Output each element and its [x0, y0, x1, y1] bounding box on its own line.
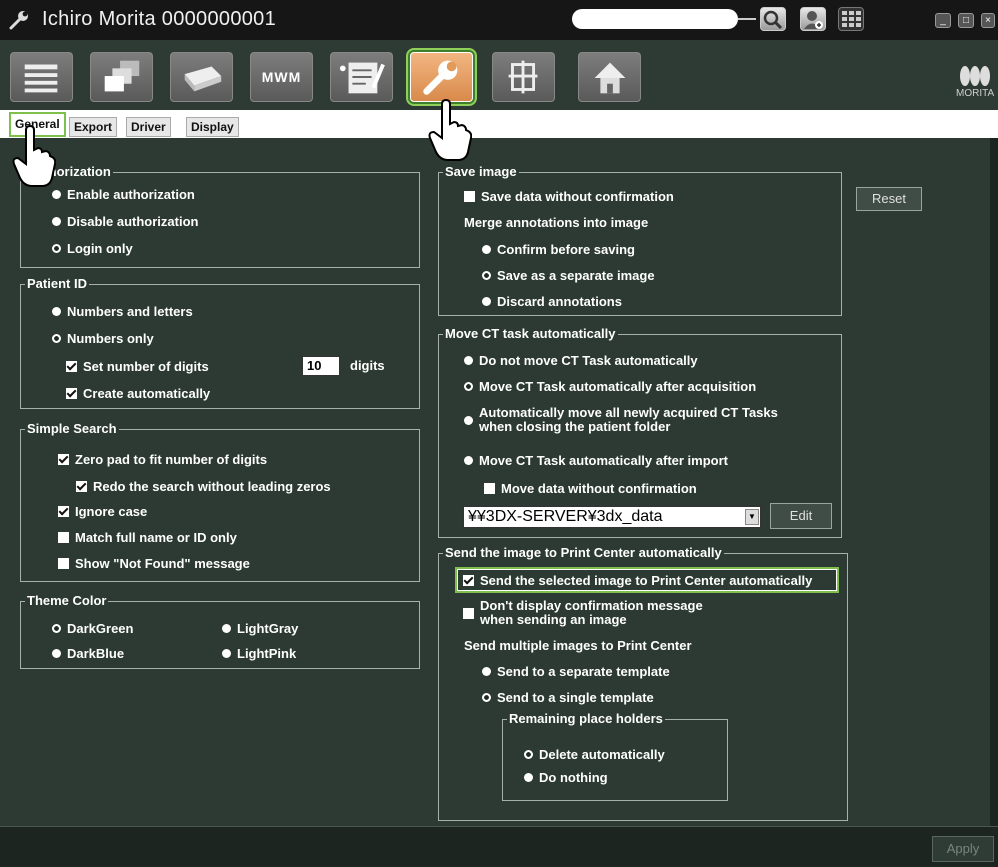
tab-display[interactable]: Display	[186, 117, 239, 137]
checkbox-send-selected-image[interactable]: Send the selected image to Print Center …	[463, 572, 812, 588]
app-window: Ichiro Morita 0000000001 _ □ × MWM MORIT…	[0, 0, 998, 867]
save-image-title: Save image	[443, 164, 519, 179]
checkbox-zero-pad[interactable]: Zero pad to fit number of digits	[58, 451, 267, 467]
list-view-button[interactable]	[10, 52, 73, 102]
simple-search-title: Simple Search	[25, 421, 119, 436]
checkbox-save-without-confirmation[interactable]: Save data without confirmation	[464, 188, 674, 204]
tab-export[interactable]: Export	[69, 117, 118, 137]
settings-button[interactable]	[410, 52, 473, 102]
patient-id-title: Patient ID	[25, 276, 89, 291]
radio-do-nothing[interactable]: Do nothing	[524, 769, 608, 785]
minimize-button[interactable]: _	[935, 13, 951, 28]
maximize-icon: □	[962, 15, 970, 26]
radio-move-after-acquisition[interactable]: Move CT Task automatically after acquisi…	[464, 378, 756, 394]
frames-icon	[508, 60, 538, 94]
move-ct-title: Move CT task automatically	[443, 326, 618, 341]
minimize-icon: _	[940, 15, 946, 26]
radio-move-on-close[interactable]: Automatically move all newly acquired CT…	[464, 406, 778, 434]
add-user-icon	[804, 11, 823, 29]
radio-save-separate[interactable]: Save as a separate image	[482, 267, 655, 283]
window-title: Ichiro Morita 0000000001	[42, 8, 277, 30]
notes-icon	[339, 62, 385, 94]
remaining-title: Remaining place holders	[507, 711, 665, 726]
vertical-scrollbar[interactable]	[990, 138, 998, 826]
notes-button[interactable]	[330, 52, 393, 102]
radio-confirm-before-saving[interactable]: Confirm before saving	[482, 241, 635, 257]
checkbox-create-automatically[interactable]: Create automatically	[66, 385, 210, 401]
frames-button[interactable]	[492, 52, 555, 102]
checkbox-redo-search[interactable]: Redo the search without leading zeros	[76, 478, 331, 494]
add-patient-button[interactable]	[800, 7, 826, 31]
printer-icon	[184, 66, 222, 92]
reset-button[interactable]: Reset	[856, 187, 922, 211]
checkbox-ignore-case[interactable]: Ignore case	[58, 503, 147, 519]
radio-login-only[interactable]: Login only	[52, 240, 133, 256]
home-button[interactable]	[578, 52, 641, 102]
radio-darkblue[interactable]: DarkBlue	[52, 645, 124, 661]
checkbox-show-not-found[interactable]: Show "Not Found" message	[58, 555, 250, 571]
magnifier-icon	[763, 10, 783, 30]
radio-single-template[interactable]: Send to a single template	[482, 689, 654, 705]
radio-separate-template[interactable]: Send to a separate template	[482, 663, 670, 679]
radio-disable-authorization[interactable]: Disable authorization	[52, 213, 198, 229]
path-value: ¥¥3DX-SERVER¥3dx_data	[468, 508, 663, 525]
radio-darkgreen[interactable]: DarkGreen	[52, 620, 133, 636]
radio-enable-authorization[interactable]: Enable authorization	[52, 186, 195, 202]
grid-view-button[interactable]	[838, 7, 864, 31]
edit-button[interactable]: Edit	[770, 503, 832, 529]
pointer-hand-icon	[12, 124, 56, 187]
apply-button[interactable]: Apply	[932, 836, 994, 862]
mwm-button[interactable]: MWM	[250, 52, 313, 102]
print-center-title: Send the image to Print Center automatic…	[443, 545, 724, 560]
radio-delete-automatically[interactable]: Delete automatically	[524, 746, 665, 762]
home-icon	[594, 62, 626, 94]
radio-move-after-import[interactable]: Move CT Task automatically after import	[464, 452, 728, 468]
maximize-button[interactable]: □	[958, 13, 974, 28]
checkbox-dont-display-confirmation[interactable]: Don't display confirmation message when s…	[463, 599, 703, 627]
radio-lightpink[interactable]: LightPink	[222, 645, 296, 661]
checkbox-move-without-confirmation[interactable]: Move data without confirmation	[484, 480, 697, 496]
pointer-hand-icon	[428, 98, 472, 161]
list-icon	[24, 64, 58, 93]
checkbox-match-full[interactable]: Match full name or ID only	[58, 529, 237, 545]
radio-do-not-move[interactable]: Do not move CT Task automatically	[464, 352, 698, 368]
tab-driver[interactable]: Driver	[126, 117, 171, 137]
windows-button[interactable]	[90, 52, 153, 102]
checkbox-set-digits[interactable]: Set number of digits	[66, 358, 209, 374]
grid-icon	[842, 11, 861, 27]
digits-unit: digits	[350, 358, 385, 373]
brand-text: MORITA	[956, 88, 995, 99]
search-button[interactable]	[760, 7, 786, 31]
merge-label: Merge annotations into image	[464, 215, 649, 230]
multiple-images-label: Send multiple images to Print Center	[464, 638, 692, 653]
title-bar: Ichiro Morita 0000000001 _ □ ×	[0, 0, 998, 40]
windows-icon	[104, 60, 140, 92]
radio-numbers-only[interactable]: Numbers only	[52, 330, 154, 346]
wrench-icon	[9, 11, 28, 30]
chevron-down-icon[interactable]: ▼	[745, 509, 759, 525]
wrench-icon	[423, 60, 458, 95]
radio-lightgray[interactable]: LightGray	[222, 620, 298, 636]
path-dropdown[interactable]: ¥¥3DX-SERVER¥3dx_data ▼	[463, 506, 761, 528]
main-toolbar: MWM MORITA	[0, 40, 998, 110]
radio-discard-annotations[interactable]: Discard annotations	[482, 293, 622, 309]
digits-input[interactable]: 10	[302, 356, 340, 376]
search-connector	[738, 18, 756, 20]
close-button[interactable]: ×	[981, 13, 995, 28]
print-button[interactable]	[170, 52, 233, 102]
theme-color-title: Theme Color	[25, 593, 109, 608]
close-icon: ×	[985, 15, 991, 26]
radio-numbers-letters[interactable]: Numbers and letters	[52, 303, 193, 319]
search-input[interactable]	[572, 9, 738, 29]
status-bar	[0, 826, 998, 867]
